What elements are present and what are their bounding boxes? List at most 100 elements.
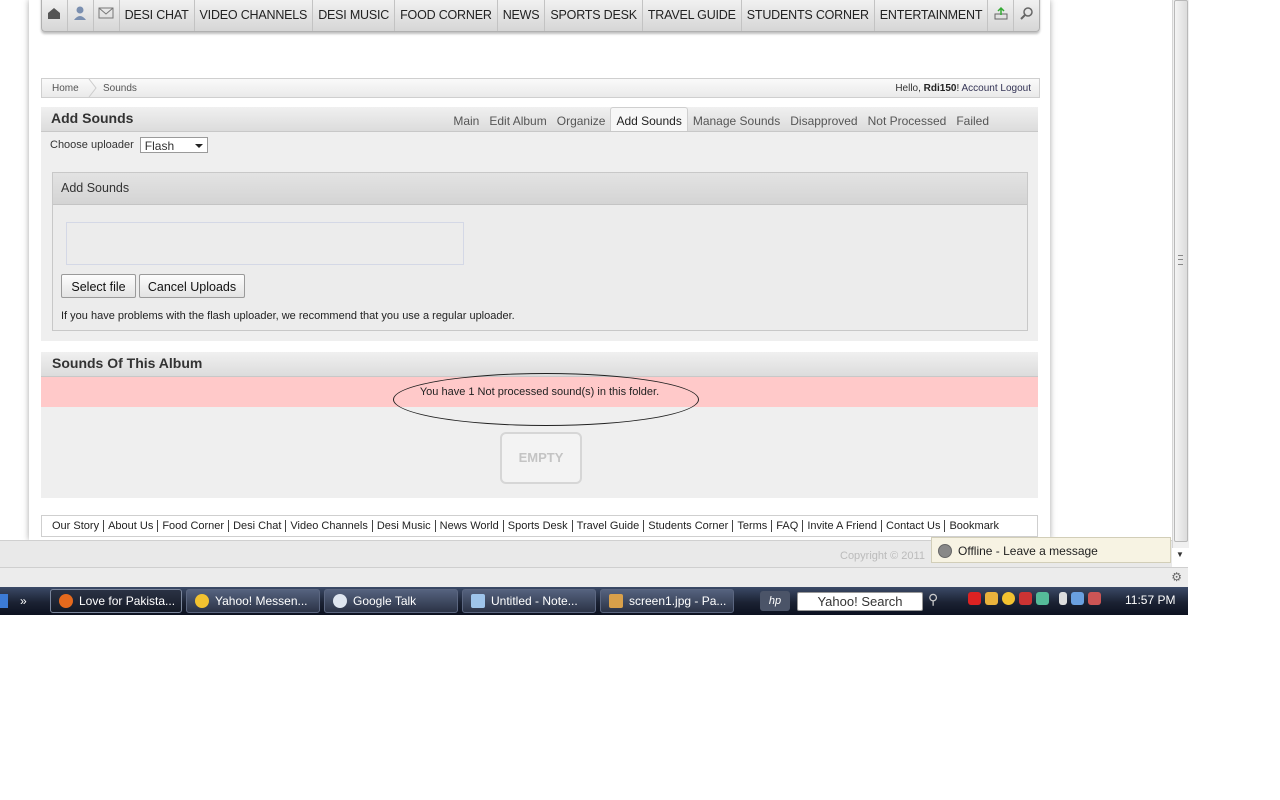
select-file-button[interactable]: Select file (61, 274, 136, 298)
profile-icon[interactable] (68, 0, 94, 31)
taskbar-window-notepad[interactable]: Untitled - Note... (462, 589, 596, 613)
taskbar-window-firefox[interactable]: Love for Pakista... (50, 589, 182, 613)
nav-desi-music[interactable]: DESI MUSIC (313, 0, 396, 31)
yahoo-search-box[interactable]: Yahoo! Search (797, 592, 923, 611)
footer-link[interactable]: About Us (104, 520, 159, 532)
nav-travel-guide[interactable]: TRAVEL GUIDE (643, 0, 742, 31)
mail-icon[interactable] (94, 0, 120, 31)
breadcrumb-separator-icon (88, 79, 97, 97)
taskbar-window-gtalk[interactable]: Google Talk (324, 589, 458, 613)
account-link[interactable]: Account (961, 83, 997, 94)
footer-link[interactable]: Travel Guide (573, 520, 645, 532)
taskbar-window-label: Untitled - Note... (491, 594, 578, 608)
upload-box-title: Add Sounds (53, 173, 1027, 205)
nav-sports-desk[interactable]: SPORTS DESK (545, 0, 643, 31)
taskbar-window-label: Love for Pakista... (79, 594, 176, 608)
greeting-prefix: Hello, (895, 83, 924, 94)
antivirus-tray-icon[interactable] (968, 592, 981, 605)
section-title: Add Sounds (51, 110, 134, 126)
footer-link[interactable]: Students Corner (644, 520, 734, 532)
footer-link[interactable]: Our Story (52, 520, 105, 532)
firefox-icon (59, 594, 73, 608)
album-sounds-section: Sounds Of This Album You have 1 Not proc… (41, 352, 1038, 498)
vertical-scrollbar[interactable]: ▼ (1172, 0, 1189, 559)
album-tabs: Main Edit Album Organize Add Sounds Mana… (448, 107, 994, 131)
nav-entertainment[interactable]: ENTERTAINMENT (875, 0, 989, 31)
footer-link[interactable]: Invite A Friend (803, 520, 883, 532)
taskbar-window-label: Yahoo! Messen... (215, 594, 308, 608)
hp-logo-icon[interactable]: hp (760, 591, 790, 611)
taskbar-window-yahoo[interactable]: Yahoo! Messen... (186, 589, 320, 613)
upload-icon[interactable] (988, 0, 1015, 31)
logout-link[interactable]: Logout (1000, 83, 1031, 94)
upload-box: Add Sounds Select file Cancel Uploads If… (52, 172, 1028, 331)
scrollbar-thumb[interactable] (1174, 0, 1188, 542)
volume-muted-icon[interactable] (1088, 592, 1101, 605)
footer-link[interactable]: Desi Chat (229, 520, 287, 532)
quicklaunch-more-icon[interactable]: » (20, 594, 27, 608)
windows-taskbar: » Love for Pakista... Yahoo! Messen... G… (0, 587, 1188, 615)
taskbar-window-paint[interactable]: screen1.jpg - Pa... (600, 589, 734, 613)
network-tray-icon[interactable] (985, 592, 998, 605)
footer-link[interactable]: Desi Music (373, 520, 436, 532)
chat-status-text: Offline - Leave a message (958, 544, 1098, 558)
album-title: Sounds Of This Album (52, 355, 203, 371)
breadcrumb-home[interactable]: Home (52, 83, 79, 94)
tab-main[interactable]: Main (448, 107, 484, 131)
nav-desi-chat[interactable]: DESI CHAT (120, 0, 195, 31)
uploader-select-value: Flash (144, 139, 175, 153)
tab-add-sounds[interactable]: Add Sounds (610, 107, 688, 131)
wifi-tray-icon[interactable] (1071, 592, 1084, 605)
battery-tray-icon[interactable] (1059, 592, 1067, 605)
scrollbar-grip-icon (1178, 255, 1183, 265)
taskbar-window-label: Google Talk (353, 594, 417, 608)
tab-manage-sounds[interactable]: Manage Sounds (688, 107, 785, 131)
tab-disapproved[interactable]: Disapproved (785, 107, 862, 131)
tab-failed[interactable]: Failed (951, 107, 994, 131)
nav-students-corner[interactable]: STUDENTS CORNER (742, 0, 875, 31)
quicklaunch-icon[interactable] (0, 594, 8, 608)
nav-news[interactable]: NEWS (498, 0, 546, 31)
footer-link[interactable]: Bookmark (945, 520, 1003, 532)
empty-badge: EMPTY (500, 432, 582, 484)
footer-link[interactable]: Food Corner (158, 520, 230, 532)
home-icon[interactable] (42, 0, 68, 31)
nav-video-channels[interactable]: VIDEO CHANNELS (195, 0, 314, 31)
footer-link[interactable]: FAQ (772, 520, 804, 532)
uploader-help-text: If you have problems with the flash uplo… (61, 310, 515, 322)
footer-links: Our Story About Us Food Corner Desi Chat… (41, 515, 1038, 537)
tab-not-processed[interactable]: Not Processed (863, 107, 952, 131)
tab-organize[interactable]: Organize (552, 107, 611, 131)
section-header: Add Sounds Main Edit Album Organize Add … (41, 107, 1038, 132)
uploader-label: Choose uploader (50, 139, 134, 151)
browser-statusbar: ⚙ (0, 567, 1188, 588)
chat-widget[interactable]: Offline - Leave a message (931, 537, 1171, 563)
uploader-select[interactable]: Flash (139, 137, 208, 153)
yahoo-tray-icon[interactable] (1002, 592, 1015, 605)
uploader-row: Choose uploader Flash (50, 137, 208, 153)
scroll-down-icon[interactable]: ▼ (1176, 550, 1184, 559)
taskbar-window-label: screen1.jpg - Pa... (629, 594, 727, 608)
browser-viewport: DESI CHAT VIDEO CHANNELS DESI MUSIC FOOD… (0, 0, 1188, 568)
footer-link[interactable]: News World (436, 520, 504, 532)
footer-link[interactable]: Terms (733, 520, 773, 532)
search-icon[interactable] (1014, 0, 1039, 31)
taskbar-clock[interactable]: 11:57 PM (1125, 593, 1175, 607)
google-talk-icon (333, 594, 347, 608)
chat-status-icon (938, 544, 952, 558)
flash-upload-area[interactable] (66, 222, 464, 265)
footer-link[interactable]: Sports Desk (504, 520, 573, 532)
users-tray-icon[interactable] (1036, 592, 1049, 605)
tab-edit-album[interactable]: Edit Album (484, 107, 551, 131)
search-go-icon[interactable]: ⚲ (928, 591, 938, 608)
main-navbar: DESI CHAT VIDEO CHANNELS DESI MUSIC FOOD… (41, 0, 1040, 32)
breadcrumb-current: Sounds (103, 83, 137, 94)
gmail-tray-icon[interactable] (1019, 592, 1032, 605)
cancel-uploads-button[interactable]: Cancel Uploads (139, 274, 245, 298)
nav-food-corner[interactable]: FOOD CORNER (395, 0, 498, 31)
footer-link[interactable]: Video Channels (286, 520, 373, 532)
footer-link[interactable]: Contact Us (882, 520, 946, 532)
addon-icon[interactable]: ⚙ (1171, 570, 1182, 584)
username: Rdi150 (923, 83, 957, 94)
annotation-ellipse (393, 373, 699, 426)
